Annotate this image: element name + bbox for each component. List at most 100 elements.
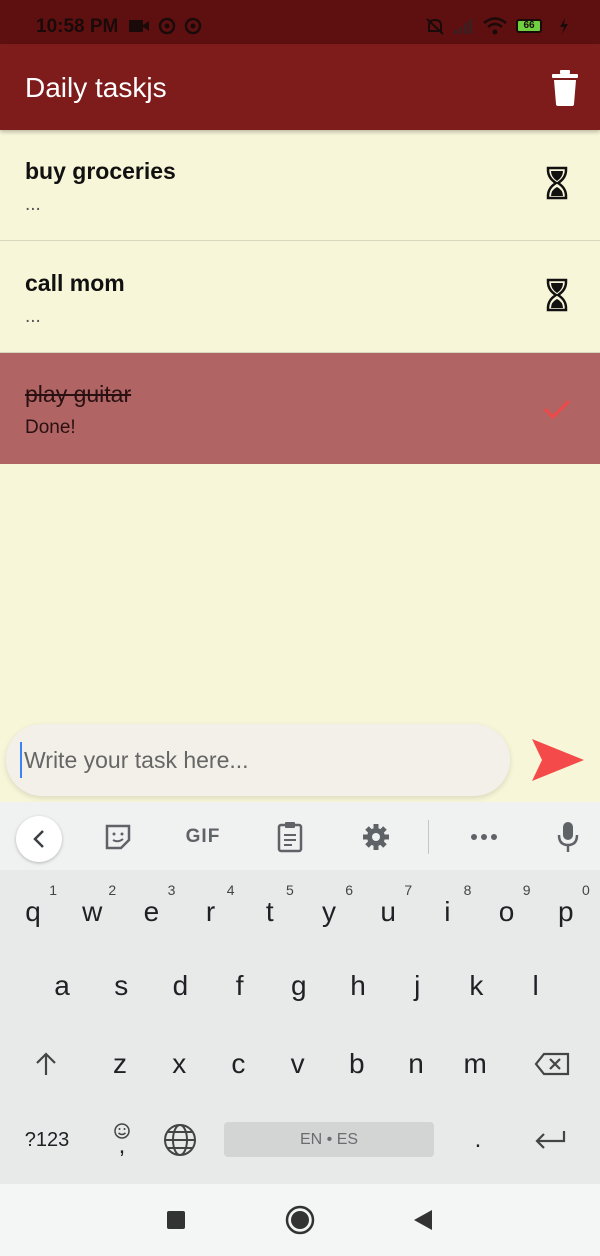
gif-button[interactable]: GIF [178,820,228,854]
task-input[interactable] [20,742,490,778]
key-label: f [235,970,244,1001]
checkmark-icon[interactable] [542,397,572,421]
video-camera-icon [129,20,149,32]
key-number-hint: 6 [345,882,353,898]
key-y[interactable]: y6 [301,880,357,944]
key-d[interactable]: d [152,954,208,1018]
muted-bell-icon [426,18,444,35]
task-item-done[interactable]: play guitar Done! [0,353,600,464]
key-u[interactable]: u7 [360,880,416,944]
hourglass-icon[interactable] [545,278,569,312]
key-e[interactable]: e3 [123,880,179,944]
wifi-icon [483,17,507,35]
key-f[interactable]: f [212,954,268,1018]
settings-button[interactable] [358,820,394,854]
delete-all-button[interactable] [548,68,582,108]
key-label: i [444,896,451,927]
enter-arrow-icon [535,1131,566,1149]
key-i[interactable]: i8 [419,880,475,944]
sync-icon [158,17,176,35]
task-title: play guitar [25,381,132,407]
enter-key[interactable] [522,1108,578,1172]
key-l[interactable]: l [508,954,564,1018]
voice-input-button[interactable] [552,820,584,854]
trash-icon [552,70,578,106]
clipboard-button[interactable] [272,820,308,854]
key-label: y [322,896,336,927]
key-k[interactable]: k [448,954,504,1018]
key-number-hint: 0 [582,882,590,898]
space-key[interactable]: EN • ES [224,1122,434,1157]
key-label: h [350,970,366,1001]
key-r[interactable]: r4 [183,880,239,944]
task-item[interactable]: buy groceries ... [0,130,600,241]
key-label: v [290,1048,305,1079]
key-label: a [54,970,70,1001]
key-label: e [143,896,160,927]
symbols-key[interactable]: ?123 [14,1108,80,1172]
app-bar: Daily taskjs [0,44,600,130]
keyboard-back-button[interactable] [16,816,62,862]
hourglass-icon[interactable] [545,166,569,200]
recents-square-icon[interactable] [166,1210,186,1230]
back-triangle-icon[interactable] [412,1208,434,1232]
key-v[interactable]: v [270,1032,326,1096]
key-c[interactable]: c [210,1032,266,1096]
backspace-key[interactable] [524,1032,580,1096]
language-key[interactable] [152,1108,208,1172]
key-number-hint: 5 [286,882,294,898]
more-options-button[interactable] [464,820,504,854]
more-horizontal-icon [471,834,497,840]
key-h[interactable]: h [330,954,386,1018]
emoji-comma-key[interactable]: , [94,1108,150,1172]
key-n[interactable]: n [388,1032,444,1096]
status-time: 10:58 PM [36,16,119,37]
key-label: n [408,1048,424,1079]
key-label: b [349,1048,365,1079]
sticker-icon [105,824,131,850]
sticker-button[interactable] [100,820,136,854]
key-j[interactable]: j [389,954,445,1018]
key-label: d [172,970,189,1001]
key-label: k [469,970,484,1001]
task-title: buy groceries [25,158,176,184]
key-w[interactable]: w2 [64,880,120,944]
task-title: call mom [25,270,125,296]
key-x[interactable]: x [151,1032,207,1096]
key-number-hint: 2 [108,882,117,898]
task-item[interactable]: call mom ... [0,242,600,353]
key-label: x [172,1048,187,1079]
chevron-left-icon [33,830,44,848]
signal-icon [454,19,472,34]
key-a[interactable]: a [34,954,90,1018]
charging-icon [560,18,568,34]
send-button[interactable] [530,737,586,783]
key-o[interactable]: o9 [479,880,535,944]
key-g[interactable]: g [271,954,327,1018]
key-label: o [498,896,515,927]
key-label: c [231,1048,246,1079]
key-label: t [265,896,274,927]
microphone-icon [557,822,579,852]
key-number-hint: 7 [404,882,413,898]
key-label: m [463,1048,487,1079]
key-number-hint: 9 [522,882,531,898]
key-q[interactable]: q1 [5,880,61,944]
period-key[interactable]: . [450,1108,506,1172]
home-circle-icon[interactable] [285,1205,315,1235]
globe-icon [164,1124,196,1156]
key-m[interactable]: m [447,1032,503,1096]
shift-key[interactable] [18,1032,74,1096]
sync-icon-2 [184,17,202,35]
key-t[interactable]: t5 [242,880,298,944]
page-title: Daily taskjs [25,72,167,103]
key-number-hint: 8 [463,882,472,898]
clipboard-icon [277,822,303,853]
key-b[interactable]: b [329,1032,385,1096]
key-s[interactable]: s [93,954,149,1018]
status-bar: 10:58 PM 66 [0,0,600,44]
key-number-hint: 3 [167,882,176,898]
key-p[interactable]: p0 [538,880,594,944]
key-z[interactable]: z [92,1032,148,1096]
battery-indicator: 66 [516,19,542,33]
